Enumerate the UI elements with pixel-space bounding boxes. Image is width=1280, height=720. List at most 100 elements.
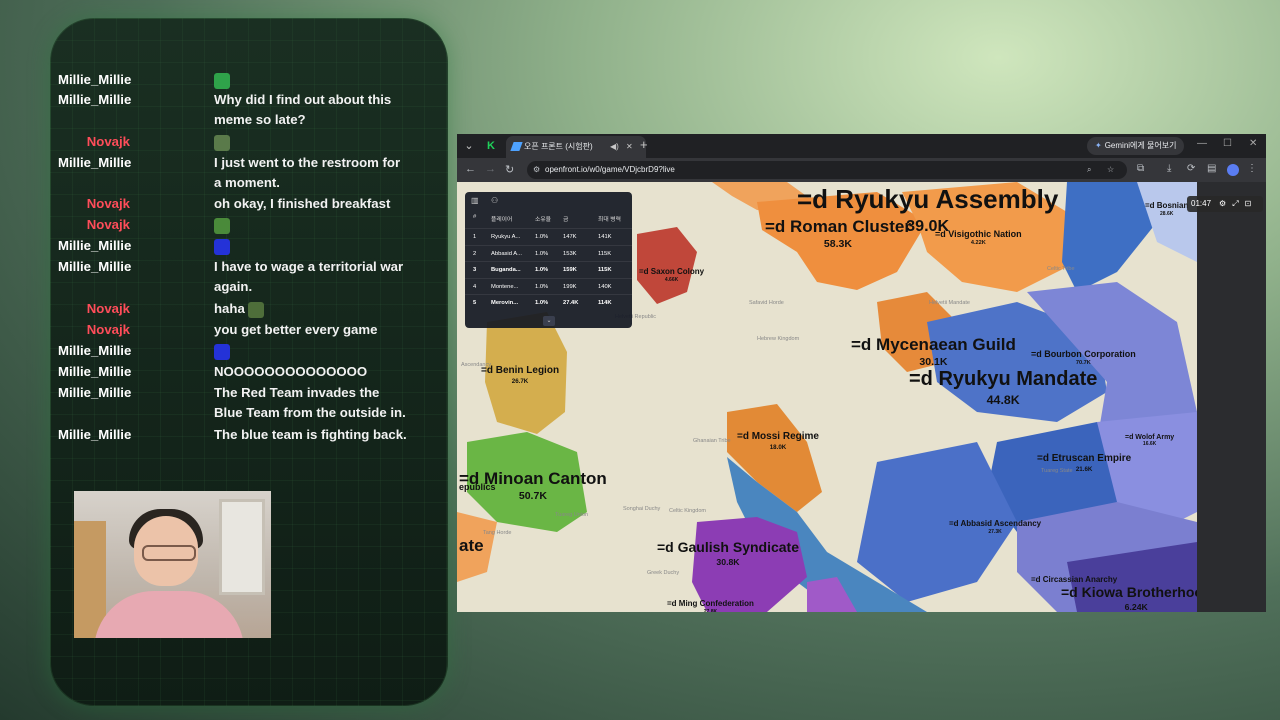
cell-share: 1.0%	[535, 234, 549, 240]
nation-label[interactable]: =d Bourbon Corporation 70.7K	[1031, 349, 1136, 369]
minor-nation-label[interactable]: Tuareg Union	[555, 512, 588, 518]
gemini-button[interactable]: ✦ Gemini에게 물어보기	[1087, 137, 1185, 155]
chat-username[interactable]: Millie_Millie	[58, 341, 131, 361]
leaderboard-row[interactable]: 4 Montene... 1.0% 199K 140K	[465, 277, 632, 295]
chat-text-content: I just went to the restroom for a moment…	[214, 155, 401, 190]
nation-label[interactable]: =d Roman Cluster 58.3K	[765, 218, 911, 254]
minor-nation-label[interactable]: Tang Horde	[483, 530, 511, 536]
chat-username[interactable]: Millie_Millie	[58, 383, 131, 403]
nation-label-cut[interactable]: ate	[459, 536, 484, 556]
pinned-tab-icon[interactable]: K	[483, 138, 499, 154]
fullscreen-icon[interactable]: ⤢	[1232, 199, 1238, 208]
nation-label[interactable]: =d Mycenaean Guild 30.1K	[851, 336, 1016, 372]
header-player[interactable]: 플레이어	[491, 214, 525, 223]
cell-rank: 4	[473, 283, 477, 290]
header-max-troops[interactable]: 최대 병력	[598, 214, 621, 223]
chat-username[interactable]: Millie_Millie	[58, 153, 131, 173]
nation-label[interactable]: =d Gaulish Syndicate 30.8K	[657, 540, 799, 569]
nation-label[interactable]: =d Bosnian 28.6K	[1145, 201, 1188, 219]
new-tab-button[interactable]: +	[640, 137, 648, 152]
speaker-icon[interactable]: ◀)	[610, 136, 619, 158]
settings-icon[interactable]: ⚙	[1219, 199, 1226, 208]
site-info-icon[interactable]: ⚙	[533, 161, 540, 179]
address-bar: ← → ↻ ⚙ openfront.io/w0/game/VDjcbrD9?li…	[457, 158, 1266, 182]
minor-nation-label[interactable]: Ghanaian Tribe	[693, 438, 731, 444]
chat-username[interactable]: Novajk	[58, 215, 130, 235]
leaderboard-row[interactable]: 2 Abbasid A... 1.0% 153K 115K	[465, 244, 632, 262]
chat-username[interactable]: Millie_Millie	[58, 236, 131, 256]
header-rank[interactable]: #	[473, 214, 476, 220]
url-field[interactable]: ⚙ openfront.io/w0/game/VDjcbrD9?live ⌕ ☆	[527, 161, 1127, 179]
minor-nation-label[interactable]: Tuareg State	[1041, 468, 1073, 474]
chat-text-content: I have to wage a territorial war again.	[214, 259, 404, 294]
chat-username[interactable]: Millie_Millie	[58, 362, 131, 382]
chat-username[interactable]: Novajk	[58, 320, 130, 340]
minor-nation-label[interactable]: Greek Duchy	[647, 570, 679, 576]
leaderboard-row[interactable]: 5 Merovin... 1.0% 27.4K 114K	[465, 294, 632, 311]
chat-username[interactable]: Novajk	[58, 194, 130, 214]
nation-label[interactable]: =d Visigothic Nation 4.22K	[935, 229, 1022, 249]
minimize-icon[interactable]: —	[1197, 138, 1207, 149]
minor-nation-label[interactable]: Safavid Horde	[749, 300, 784, 306]
chat-text	[214, 236, 410, 256]
forward-icon[interactable]: →	[485, 163, 496, 175]
back-icon[interactable]: ←	[465, 163, 476, 175]
nation-troops: 18.0K	[769, 443, 787, 451]
nation-troops: 27.8K	[667, 608, 754, 612]
nation-label[interactable]: =d Ming Confederation27.8K	[667, 599, 754, 612]
nation-label[interactable]: =d Kiowa Brotherhood 6.24K	[1061, 585, 1197, 612]
cell-gold: 199K	[563, 283, 577, 290]
timer-text: 01:47	[1191, 199, 1212, 208]
team-icon[interactable]: ⚇	[491, 196, 501, 206]
webcam-feed	[74, 491, 271, 638]
close-window-icon[interactable]: ✕	[1249, 138, 1257, 149]
chat-username[interactable]: Novajk	[58, 299, 130, 319]
exit-icon[interactable]: ⊡	[1245, 199, 1252, 208]
reload-icon[interactable]: ↻	[505, 163, 514, 176]
emote-icon	[214, 217, 230, 234]
minor-nation-label[interactable]: Ascendancy	[461, 362, 491, 368]
game-map[interactable]: =d Ryukyu Assembly 39.0K =d Roman Cluster 5…	[457, 182, 1197, 612]
tab-openfront[interactable]: 오픈 프론트 (시험판) ◀) ✕	[506, 136, 646, 158]
nation-label[interactable]: =d Abbasid Ascendancy 27.3K	[949, 519, 1041, 537]
nation-label-cut[interactable]: epublics	[459, 482, 496, 492]
download-icon[interactable]: ⤓	[1167, 163, 1171, 174]
nation-troops: 16.6K	[1142, 441, 1157, 448]
header-share[interactable]: 소유율	[535, 214, 551, 223]
tab-search-icon[interactable]: ⌄	[461, 138, 477, 154]
chat-text: I just went to the restroom for a moment…	[214, 153, 410, 193]
leaderboard-row[interactable]: 1 Ryukyu A... 1.0% 147K 141K	[465, 228, 632, 245]
profile-avatar[interactable]	[1227, 164, 1239, 176]
nation-label[interactable]: =d Ryukyu Mandate 44.8K	[909, 369, 1097, 411]
menu-icon[interactable]: ⋮	[1247, 163, 1257, 174]
chat-username[interactable]: Novajk	[58, 132, 130, 152]
minor-nation-label[interactable]: Hebrew Kingdom	[757, 336, 799, 342]
minor-nation-label[interactable]: Songhai Duchy	[623, 506, 660, 512]
minor-nation-label[interactable]: Celtic Tribe	[1047, 266, 1075, 272]
chat-username[interactable]: Millie_Millie	[58, 90, 131, 110]
bookmark-star-icon[interactable]: ☆	[1107, 161, 1114, 179]
extensions-icon[interactable]: ⧉	[1137, 163, 1144, 174]
chat-username[interactable]: Millie_Millie	[58, 257, 131, 277]
header-gold[interactable]: 금	[563, 214, 568, 223]
chat-username[interactable]: Millie_Millie	[58, 70, 131, 90]
nation-label[interactable]: =d Mossi Regime 18.0K	[737, 431, 819, 453]
expand-leaderboard-icon[interactable]: ⌄	[543, 316, 555, 326]
minor-nation-label[interactable]: Helvetii Mandate	[929, 300, 970, 306]
close-tab-icon[interactable]: ✕	[626, 136, 633, 158]
chat-username[interactable]: Millie_Millie	[58, 425, 131, 445]
minor-nation-label[interactable]: Celtic Kingdom	[669, 508, 706, 514]
maximize-icon[interactable]: ☐	[1223, 138, 1232, 149]
right-gutter	[1197, 182, 1266, 612]
nation-label[interactable]: =d Wolof Army 16.6K	[1125, 434, 1174, 449]
zoom-icon[interactable]: ⌕	[1087, 161, 1091, 179]
nation-label[interactable]: =d Benin Legion 26.7K	[481, 365, 559, 387]
leaderboard-row[interactable]: 3 Buganda... 1.0% 159K 115K	[465, 261, 632, 278]
sync-icon[interactable]: ⟳	[1187, 163, 1195, 174]
media-icon[interactable]: ▤	[1207, 163, 1216, 174]
leaderboard-chart-icon[interactable]: ▥	[471, 196, 481, 206]
webcam-person-body	[94, 591, 244, 638]
nation-label[interactable]: =d Saxon Colony 4.66K	[639, 267, 704, 285]
cell-player-name: Montene...	[491, 283, 519, 290]
nation-troops: 44.8K	[986, 393, 1020, 407]
